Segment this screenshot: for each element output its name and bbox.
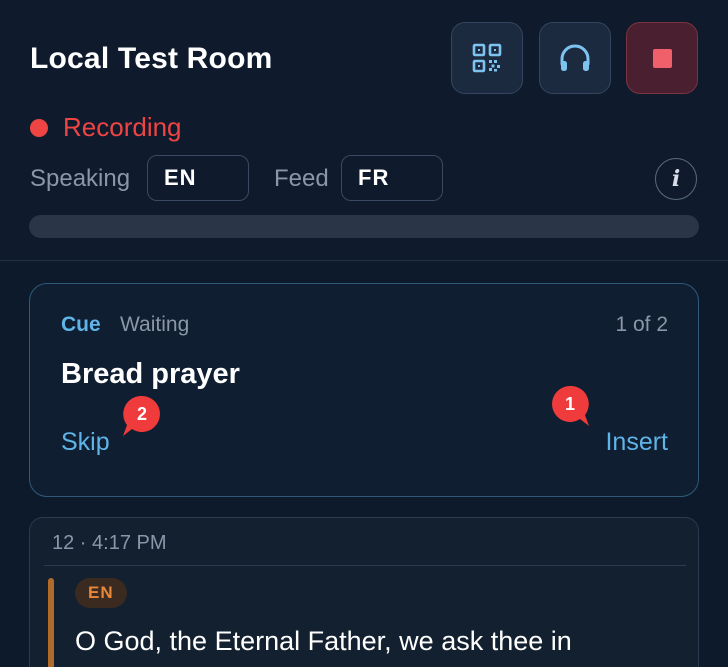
message-language-tag: EN (75, 578, 127, 608)
transcript-message: 12 · 4:17 PM EN O God, the Eternal Fathe… (29, 517, 699, 667)
progress-bar (29, 215, 699, 238)
message-accent-bar (48, 578, 54, 667)
room-header: Local Test Room Recording Speaking EN Fe… (0, 0, 728, 261)
insert-step-number: 1 (564, 394, 575, 414)
skip-step-badge: 2 (120, 394, 164, 438)
stop-recording-button[interactable] (626, 22, 698, 94)
insert-button[interactable]: Insert (605, 428, 668, 457)
headphones-icon (560, 44, 590, 71)
speaking-language-select[interactable]: EN (147, 155, 249, 201)
language-row: Speaking EN Feed FR i (30, 155, 700, 201)
insert-step-badge: 1 (548, 384, 592, 428)
feed-language-select[interactable]: FR (341, 155, 443, 201)
cue-status: Waiting (120, 313, 190, 336)
message-text: O God, the Eternal Father, we ask thee i… (75, 626, 572, 656)
cue-title: Bread prayer (61, 358, 240, 390)
cue-card: Cue Waiting 1 of 2 Bread prayer Skip Ins… (29, 283, 699, 497)
headphones-button[interactable] (539, 22, 611, 94)
speaking-label: Speaking (30, 165, 131, 192)
room-title: Local Test Room (30, 42, 273, 75)
stop-icon (652, 48, 672, 68)
message-meta: 12 · 4:17 PM (52, 532, 167, 554)
info-icon[interactable]: i (655, 158, 697, 200)
qr-code-button[interactable] (451, 22, 523, 94)
recording-status: Recording (30, 112, 182, 143)
qr-code-icon (472, 43, 502, 73)
skip-step-number: 2 (136, 404, 147, 424)
recording-label: Recording (63, 112, 182, 142)
skip-button[interactable]: Skip (61, 428, 110, 457)
feed-label: Feed (274, 165, 329, 192)
cue-count: 1 of 2 (615, 313, 668, 336)
message-divider (44, 565, 686, 566)
cue-tag: Cue (61, 313, 101, 336)
recording-dot-icon (30, 118, 48, 137)
transcript-area: Cue Waiting 1 of 2 Bread prayer Skip Ins… (0, 262, 728, 667)
